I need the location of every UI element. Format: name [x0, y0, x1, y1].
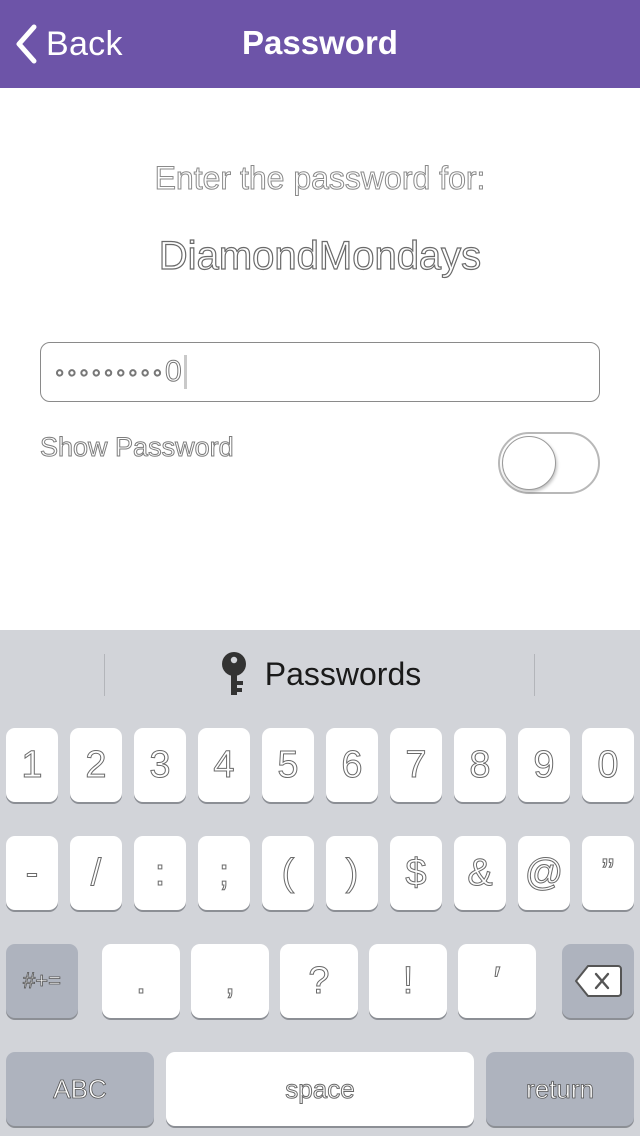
- key-colon[interactable]: :: [134, 836, 186, 910]
- return-key[interactable]: return: [486, 1052, 634, 1126]
- space-key[interactable]: space: [166, 1052, 474, 1126]
- key-7[interactable]: 7: [390, 728, 442, 802]
- key-icon: [221, 652, 246, 695]
- key-comma[interactable]: ,: [191, 944, 269, 1018]
- key-0[interactable]: 0: [582, 728, 634, 802]
- key-apostrophe[interactable]: ′: [458, 944, 536, 1018]
- key-2[interactable]: 2: [70, 728, 122, 802]
- key-exclamation[interactable]: !: [369, 944, 447, 1018]
- nav-bar: Back Password: [0, 0, 640, 88]
- key-at[interactable]: @: [518, 836, 570, 910]
- key-1[interactable]: 1: [6, 728, 58, 802]
- delete-key[interactable]: [562, 944, 634, 1018]
- key-period[interactable]: .: [102, 944, 180, 1018]
- key-8[interactable]: 8: [454, 728, 506, 802]
- key-4[interactable]: 4: [198, 728, 250, 802]
- text-caret: [183, 355, 187, 389]
- show-password-toggle[interactable]: [498, 432, 600, 494]
- key-semicolon[interactable]: ;: [198, 836, 250, 910]
- password-input[interactable]: ◦◦◦◦◦◦◦◦◦ 0: [40, 342, 600, 402]
- key-open-paren[interactable]: (: [262, 836, 314, 910]
- key-slash[interactable]: /: [70, 836, 122, 910]
- suggestion-label: Passwords: [264, 655, 422, 692]
- password-masked-value: ◦◦◦◦◦◦◦◦◦: [55, 356, 165, 387]
- keyboard: Passwords 1 2 3 4 5 6 7 8 9 0 - / : ; ( …: [0, 630, 640, 1136]
- key-close-paren[interactable]: ): [326, 836, 378, 910]
- backspace-icon: [575, 965, 622, 997]
- password-prompt: Enter the password for:: [154, 160, 486, 197]
- key-9[interactable]: 9: [518, 728, 570, 802]
- key-ampersand[interactable]: &: [454, 836, 506, 910]
- passwords-suggestion[interactable]: Passwords: [0, 630, 640, 718]
- wifi-password-screen: Back Password Enter the password for: Di…: [0, 0, 640, 1136]
- password-last-char: 0: [164, 355, 182, 389]
- page-title: Password: [242, 24, 398, 61]
- toggle-knob: [502, 436, 556, 490]
- key-quote[interactable]: ”: [582, 836, 634, 910]
- key-3[interactable]: 3: [134, 728, 186, 802]
- network-name: DiamondMondays: [158, 233, 482, 278]
- key-more-symbols[interactable]: #+=: [6, 944, 78, 1018]
- show-password-label: Show Password: [40, 432, 235, 463]
- key-dollar[interactable]: $: [390, 836, 442, 910]
- key-hyphen[interactable]: -: [6, 836, 58, 910]
- suggestion-divider: [534, 654, 535, 696]
- key-question[interactable]: ?: [280, 944, 358, 1018]
- key-6[interactable]: 6: [326, 728, 378, 802]
- suggestion-divider: [104, 654, 105, 696]
- key-5[interactable]: 5: [262, 728, 314, 802]
- key-abc[interactable]: ABC: [6, 1052, 154, 1126]
